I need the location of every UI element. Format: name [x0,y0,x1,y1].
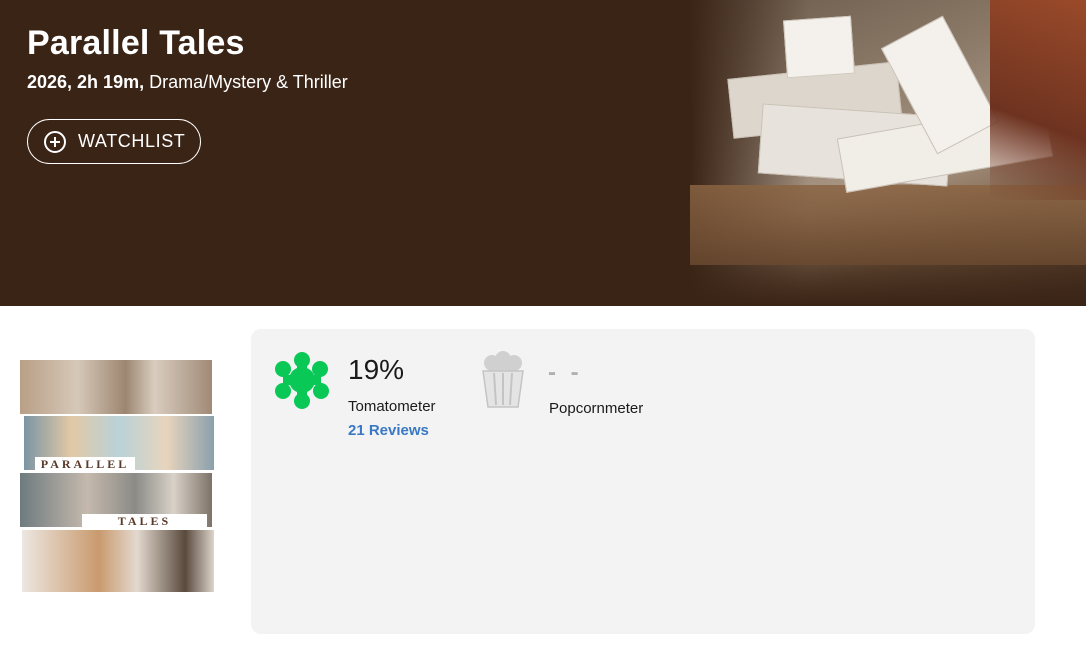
popcornmeter-label: Popcornmeter [549,400,644,417]
genres: Drama/Mystery & Thriller [149,72,348,92]
movie-poster[interactable]: PARALLEL TALES [20,360,215,592]
score-panel: 19% Tomatometer 21 Reviews - - Popcornme… [251,329,1035,634]
empty-popcorn-icon [482,351,524,408]
reviews-link[interactable]: 21 Reviews [348,422,429,439]
tomatometer-label: Tomatometer [348,398,436,415]
plus-circle-icon [44,130,66,153]
watchlist-label: WATCHLIST [78,131,186,151]
poster-title-word: PARALLEL [35,457,135,471]
year-runtime: 2026, 2h 19m, [27,72,145,92]
tomatometer-score: 19% [348,354,405,385]
movie-meta: 2026, 2h 19m, Drama/Mystery & Thriller [27,72,348,93]
poster-title-word: TALES [82,514,207,528]
hero-banner: Parallel Tales 2026, 2h 19m, Drama/Myste… [0,0,1086,306]
hero-backdrop-image [690,0,1086,306]
watchlist-button[interactable]: WATCHLIST [27,119,201,164]
movie-title: Parallel Tales [27,24,245,62]
green-splat-icon [275,352,329,409]
popcornmeter-score: - - [548,359,583,386]
